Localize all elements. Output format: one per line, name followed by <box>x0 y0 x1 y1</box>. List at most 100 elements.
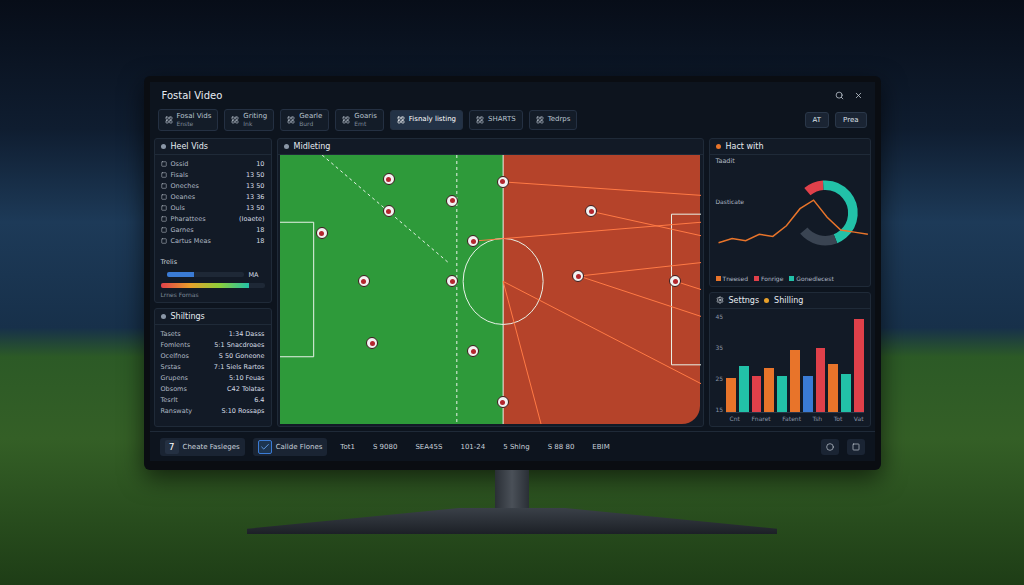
stat-row[interactable]: Ouls13 50 <box>155 202 271 213</box>
row-icon <box>161 227 167 233</box>
monitor-base <box>247 508 777 534</box>
pitch-panel: Midleting <box>277 138 704 427</box>
row-icon <box>161 183 167 189</box>
pitch-lines <box>280 155 701 424</box>
toolbar-button[interactable]: Fisnaly listing <box>390 110 463 130</box>
shift-row[interactable]: RanswatyS:10 Rossaps <box>155 405 271 416</box>
row-icon <box>161 216 167 222</box>
settings-icon <box>716 296 724 304</box>
status-item[interactable]: EBIM <box>587 441 614 453</box>
status-item[interactable]: Callde Flones <box>253 438 328 456</box>
title-bar: Fostal Video <box>150 82 875 106</box>
circle-button[interactable] <box>821 439 839 455</box>
window-title: Fostal Video <box>162 90 223 101</box>
toolbar-button[interactable]: GritingInk <box>224 109 274 131</box>
shift-panel: Shiltings Tasets1:34 DasssFomlents5:1 Sna… <box>154 308 272 427</box>
row-icon <box>161 161 167 167</box>
bar <box>739 366 749 412</box>
status-item[interactable]: 7Cheate Fasleges <box>160 438 245 456</box>
stat-row[interactable]: Pharattees(Ioaete) <box>155 213 271 224</box>
level-bar <box>167 272 245 277</box>
panel-header: Midleting <box>278 139 703 155</box>
checkbox[interactable] <box>258 440 272 454</box>
toolbar-button[interactable]: Fosal VidsEnste <box>158 109 219 131</box>
square-icon <box>852 443 860 451</box>
gauge-panel: Hact withTaaditDasticateTneesedFonrigeGo… <box>709 138 871 287</box>
panel-header: Heel Vids <box>155 139 271 155</box>
status-item[interactable]: S 88 80 <box>543 441 580 453</box>
app-window: Fostal Video Fosal VidsEnsteGritingInk Gea… <box>150 82 875 461</box>
stat-row[interactable]: Ossid10 <box>155 158 271 169</box>
bar-chart: 45352515 <box>710 309 870 413</box>
grid-icon <box>536 116 544 124</box>
bar <box>803 376 813 412</box>
close-icon[interactable] <box>854 91 863 100</box>
bar <box>764 368 774 412</box>
row-icon <box>161 194 167 200</box>
panel-header: SettngsShilling <box>710 293 870 309</box>
stat-row[interactable]: Oeanes13 36 <box>155 191 271 202</box>
bar-panel: SettngsShilling45352515CntFnaretFatentTs… <box>709 292 871 427</box>
player-marker[interactable] <box>316 227 328 239</box>
shift-row[interactable]: Fomlents5:1 Snacdroaes <box>155 339 271 350</box>
status-item[interactable]: 5 Shlng <box>498 441 534 453</box>
search-icon[interactable] <box>835 91 844 100</box>
bar <box>816 348 826 412</box>
shift-row[interactable]: ObsomsC42 Tolatas <box>155 383 271 394</box>
bar <box>790 350 800 412</box>
status-item[interactable]: SEA45S <box>410 441 447 453</box>
panel-header: Shiltings <box>155 309 271 325</box>
stat-row[interactable]: Garnes18 <box>155 224 271 235</box>
trend-block: TrelisMALrnes Fornas <box>155 254 271 302</box>
monitor-neck <box>495 470 529 512</box>
check-icon <box>260 442 270 452</box>
status-item[interactable]: S 9080 <box>368 441 402 453</box>
grid-icon <box>397 116 405 124</box>
heat-bar <box>161 283 265 288</box>
grid-icon <box>165 116 173 124</box>
stat-row[interactable]: Oneches13 50 <box>155 180 271 191</box>
gauge-segment <box>786 174 864 252</box>
toolbar-chip[interactable]: Prea <box>835 112 866 128</box>
legend-item: Fonrige <box>754 275 783 282</box>
shift-row[interactable]: Srstas7:1 Siels Rartos <box>155 361 271 372</box>
line-series <box>718 200 867 243</box>
grid-icon <box>287 116 295 124</box>
toolbar-chip[interactable]: AT <box>805 112 830 128</box>
stat-row[interactable]: Fisals13 50 <box>155 169 271 180</box>
stat-row[interactable]: Cartus Meas18 <box>155 235 271 246</box>
panel-header: Hact with <box>710 139 870 155</box>
square-button[interactable] <box>847 439 865 455</box>
legend-item: Tneesed <box>716 275 748 282</box>
status-item[interactable]: Tot1 <box>335 441 360 453</box>
player-marker[interactable] <box>497 176 509 188</box>
stadium-backdrop: Fostal Video Fosal VidsEnsteGritingInk Gea… <box>0 0 1024 585</box>
bar <box>777 376 787 412</box>
shift-row[interactable]: OcelfnosS 50 Goneone <box>155 350 271 361</box>
player-marker[interactable] <box>446 195 458 207</box>
bar <box>828 364 838 412</box>
row-icon <box>161 172 167 178</box>
legend: Tneesed Fonrige Gonedlecest <box>710 273 870 286</box>
toolbar-button[interactable]: GearleBurd <box>280 109 329 131</box>
bar <box>726 378 736 412</box>
grid-icon <box>231 116 239 124</box>
gauge-chart <box>710 166 870 273</box>
toolbar: Fosal VidsEnsteGritingInk GearleBurd Goari… <box>150 106 875 134</box>
row-icon <box>161 238 167 244</box>
toolbar-button[interactable]: Tedrps <box>529 110 578 130</box>
circle-icon <box>826 443 834 451</box>
toolbar-button[interactable]: GoarisEmt <box>335 109 383 131</box>
row-icon <box>161 205 167 211</box>
shift-row[interactable]: Tasets1:34 Dasss <box>155 328 271 339</box>
main-area: Heel VidsOssid10Fisals13 50Oneches13 50O… <box>150 134 875 431</box>
status-item[interactable]: 101-24 <box>455 441 490 453</box>
shift-row[interactable]: Tesrlt6.4 <box>155 394 271 405</box>
legend-item: Gonedlecest <box>789 275 833 282</box>
pitch <box>280 155 701 424</box>
bar <box>841 374 851 412</box>
bar <box>854 319 864 412</box>
shift-row[interactable]: Grupens5:10 Feuas <box>155 372 271 383</box>
toolbar-button[interactable]: SHARTS <box>469 110 523 130</box>
bar <box>752 376 762 412</box>
